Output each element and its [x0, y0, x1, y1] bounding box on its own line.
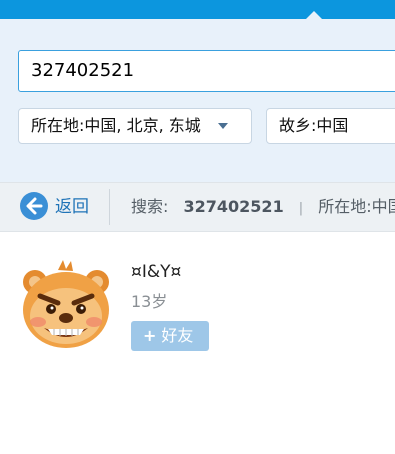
search-summary-label: 搜索:: [131, 197, 169, 216]
search-summary: 搜索: 327402521 | 所在地:中国: [131, 197, 395, 219]
back-arrow-icon[interactable]: [19, 191, 49, 221]
add-friend-button[interactable]: + 好友: [131, 321, 209, 351]
chevron-down-icon[interactable]: [218, 123, 228, 129]
bear-avatar-icon[interactable]: [18, 258, 114, 354]
toolbar-divider: [109, 189, 110, 225]
summary-separator: |: [298, 201, 304, 216]
hometown-select[interactable]: 故乡:中国: [266, 108, 395, 144]
tab-pointer: [306, 11, 322, 19]
add-friend-label: 好友: [161, 326, 194, 345]
result-age: 13岁: [131, 292, 168, 311]
back-button[interactable]: 返回: [55, 197, 89, 217]
search-panel: [0, 19, 395, 182]
result-nickname[interactable]: ¤I&Y¤: [131, 262, 181, 282]
search-input[interactable]: 327402521: [18, 50, 395, 92]
plus-icon: +: [143, 326, 157, 345]
top-accent-bar: [0, 0, 395, 19]
search-summary-query: 327402521: [183, 197, 284, 216]
location-select[interactable]: 所在地:中国, 北京, 东城: [18, 108, 252, 144]
search-summary-location: 所在地:中国: [318, 197, 395, 216]
